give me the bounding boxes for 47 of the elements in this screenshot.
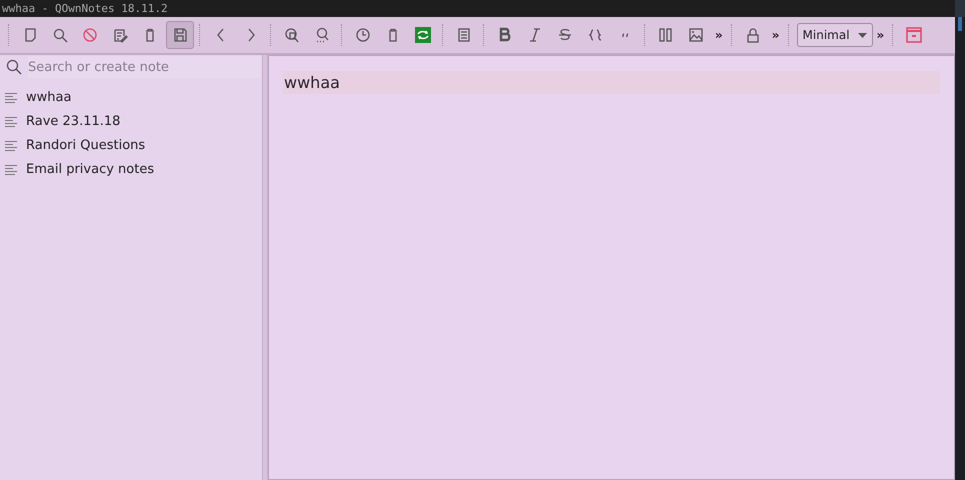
text-lines-icon [5,92,19,104]
zoom-dots-icon [314,27,330,43]
note-item[interactable]: wwhaa [0,86,262,110]
toolbar-handle[interactable] [341,24,344,46]
split-view-icon [658,27,674,43]
editor-panel[interactable]: wwhaa [268,55,955,480]
note-item[interactable]: Email privacy notes [0,158,262,182]
text-lines-icon [5,164,19,176]
search-icon [6,59,22,75]
text-lines-icon [5,116,19,128]
strikethrough-icon [557,27,573,43]
lock-icon [744,27,761,43]
note-item[interactable]: Rave 23.11.18 [0,110,262,134]
more-tools-button[interactable]: » [711,26,727,44]
toolbar-handle[interactable] [8,24,11,46]
toolbar-handle[interactable] [892,24,896,46]
clock-icon [355,27,371,43]
toolbar-handle[interactable] [270,24,273,46]
search-field[interactable]: Search or create note [28,56,261,78]
note-item[interactable]: Randori Questions [0,134,262,158]
sync-icon [415,27,431,43]
zoom-page-icon [284,27,300,43]
image-icon [688,27,704,43]
notebook-icon [456,27,472,43]
save-button[interactable] [166,21,194,49]
edit-list-icon [112,27,128,43]
save-icon [172,27,188,43]
minimize-window-icon [906,27,922,43]
workspace-dropdown[interactable]: Minimal [796,23,873,47]
quote-mark-icon [621,32,629,38]
toolbar-handle[interactable] [483,24,486,46]
toolbar-handle[interactable] [644,24,647,46]
italic-icon [527,27,543,43]
toolbar-handle[interactable] [442,24,445,46]
search-icon [52,27,68,43]
toolbar-handle[interactable] [730,24,734,46]
blocked-icon [82,27,98,43]
bold-icon [497,27,513,43]
toolbar-handle[interactable] [199,24,202,46]
note-heading: wwhaa [283,72,341,94]
braces-icon [587,27,603,43]
window-title: wwhaa - QOwnNotes 18.11.2 [2,3,168,14]
dropdown-arrow-icon [858,32,867,38]
more-tools-button[interactable]: » [768,26,784,44]
text-lines-icon [5,140,19,152]
more-tools-button[interactable]: » [872,26,888,44]
toolbar-handle[interactable] [788,24,791,46]
